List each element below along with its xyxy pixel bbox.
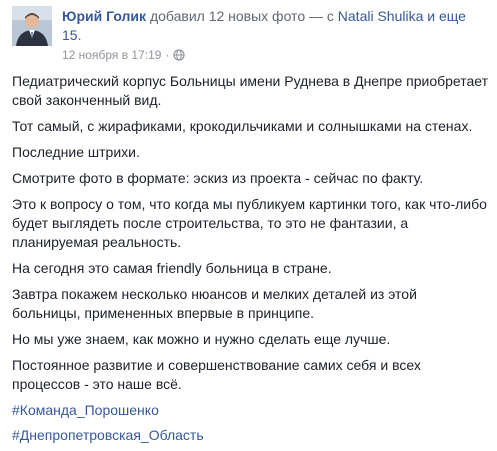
post-header: Юрий Голик добавил 12 новых фото — с Nat… — [62, 7, 487, 45]
post-body: Педиатрический корпус Больницы имени Руд… — [12, 72, 488, 451]
meta-separator: · — [165, 48, 170, 62]
post-paragraph: Завтра покажем несколько нюансов и мелки… — [12, 286, 417, 321]
post-paragraph: Смотрите фото в формате: эскиз из проект… — [12, 170, 424, 186]
post-paragraph: Но мы уже знаем, как можно и нужно сдела… — [12, 331, 391, 347]
avatar-photo-icon — [12, 6, 52, 46]
post-paragraph: Это к вопросу о том, что когда мы публик… — [12, 196, 487, 250]
post-paragraph: Последние штрихи. — [12, 144, 140, 160]
globe-icon[interactable] — [173, 49, 186, 61]
header-period: . — [77, 27, 82, 43]
post-paragraph: Педиатрический корпус Больницы имени Руд… — [12, 73, 489, 108]
author-name-link[interactable]: Юрий Голик — [62, 8, 146, 24]
hashtag-link[interactable]: #Команда_Порошенко — [12, 401, 488, 420]
timestamp-link[interactable]: 12 ноября в 17:19 — [62, 47, 161, 63]
facebook-post: Юрий Голик добавил 12 новых фото — с Nat… — [0, 0, 497, 447]
post-meta: 12 ноября в 17:19 · — [62, 47, 186, 63]
tagged-user-link[interactable]: Natali Shulika — [338, 8, 424, 24]
post-paragraph: На сегодня это самая friendly больница в… — [12, 260, 332, 276]
hashtag-link[interactable]: #Днепропетровская_Область — [12, 426, 488, 445]
post-paragraph: Постоянное развитие и совершенствование … — [12, 357, 421, 392]
avatar[interactable] — [12, 6, 52, 46]
with-separator: — с — [309, 8, 334, 24]
post-action-text: добавил 12 новых фото — [149, 8, 306, 24]
post-paragraph: Тот самый, с жирафиками, крокодильчиками… — [12, 118, 473, 134]
